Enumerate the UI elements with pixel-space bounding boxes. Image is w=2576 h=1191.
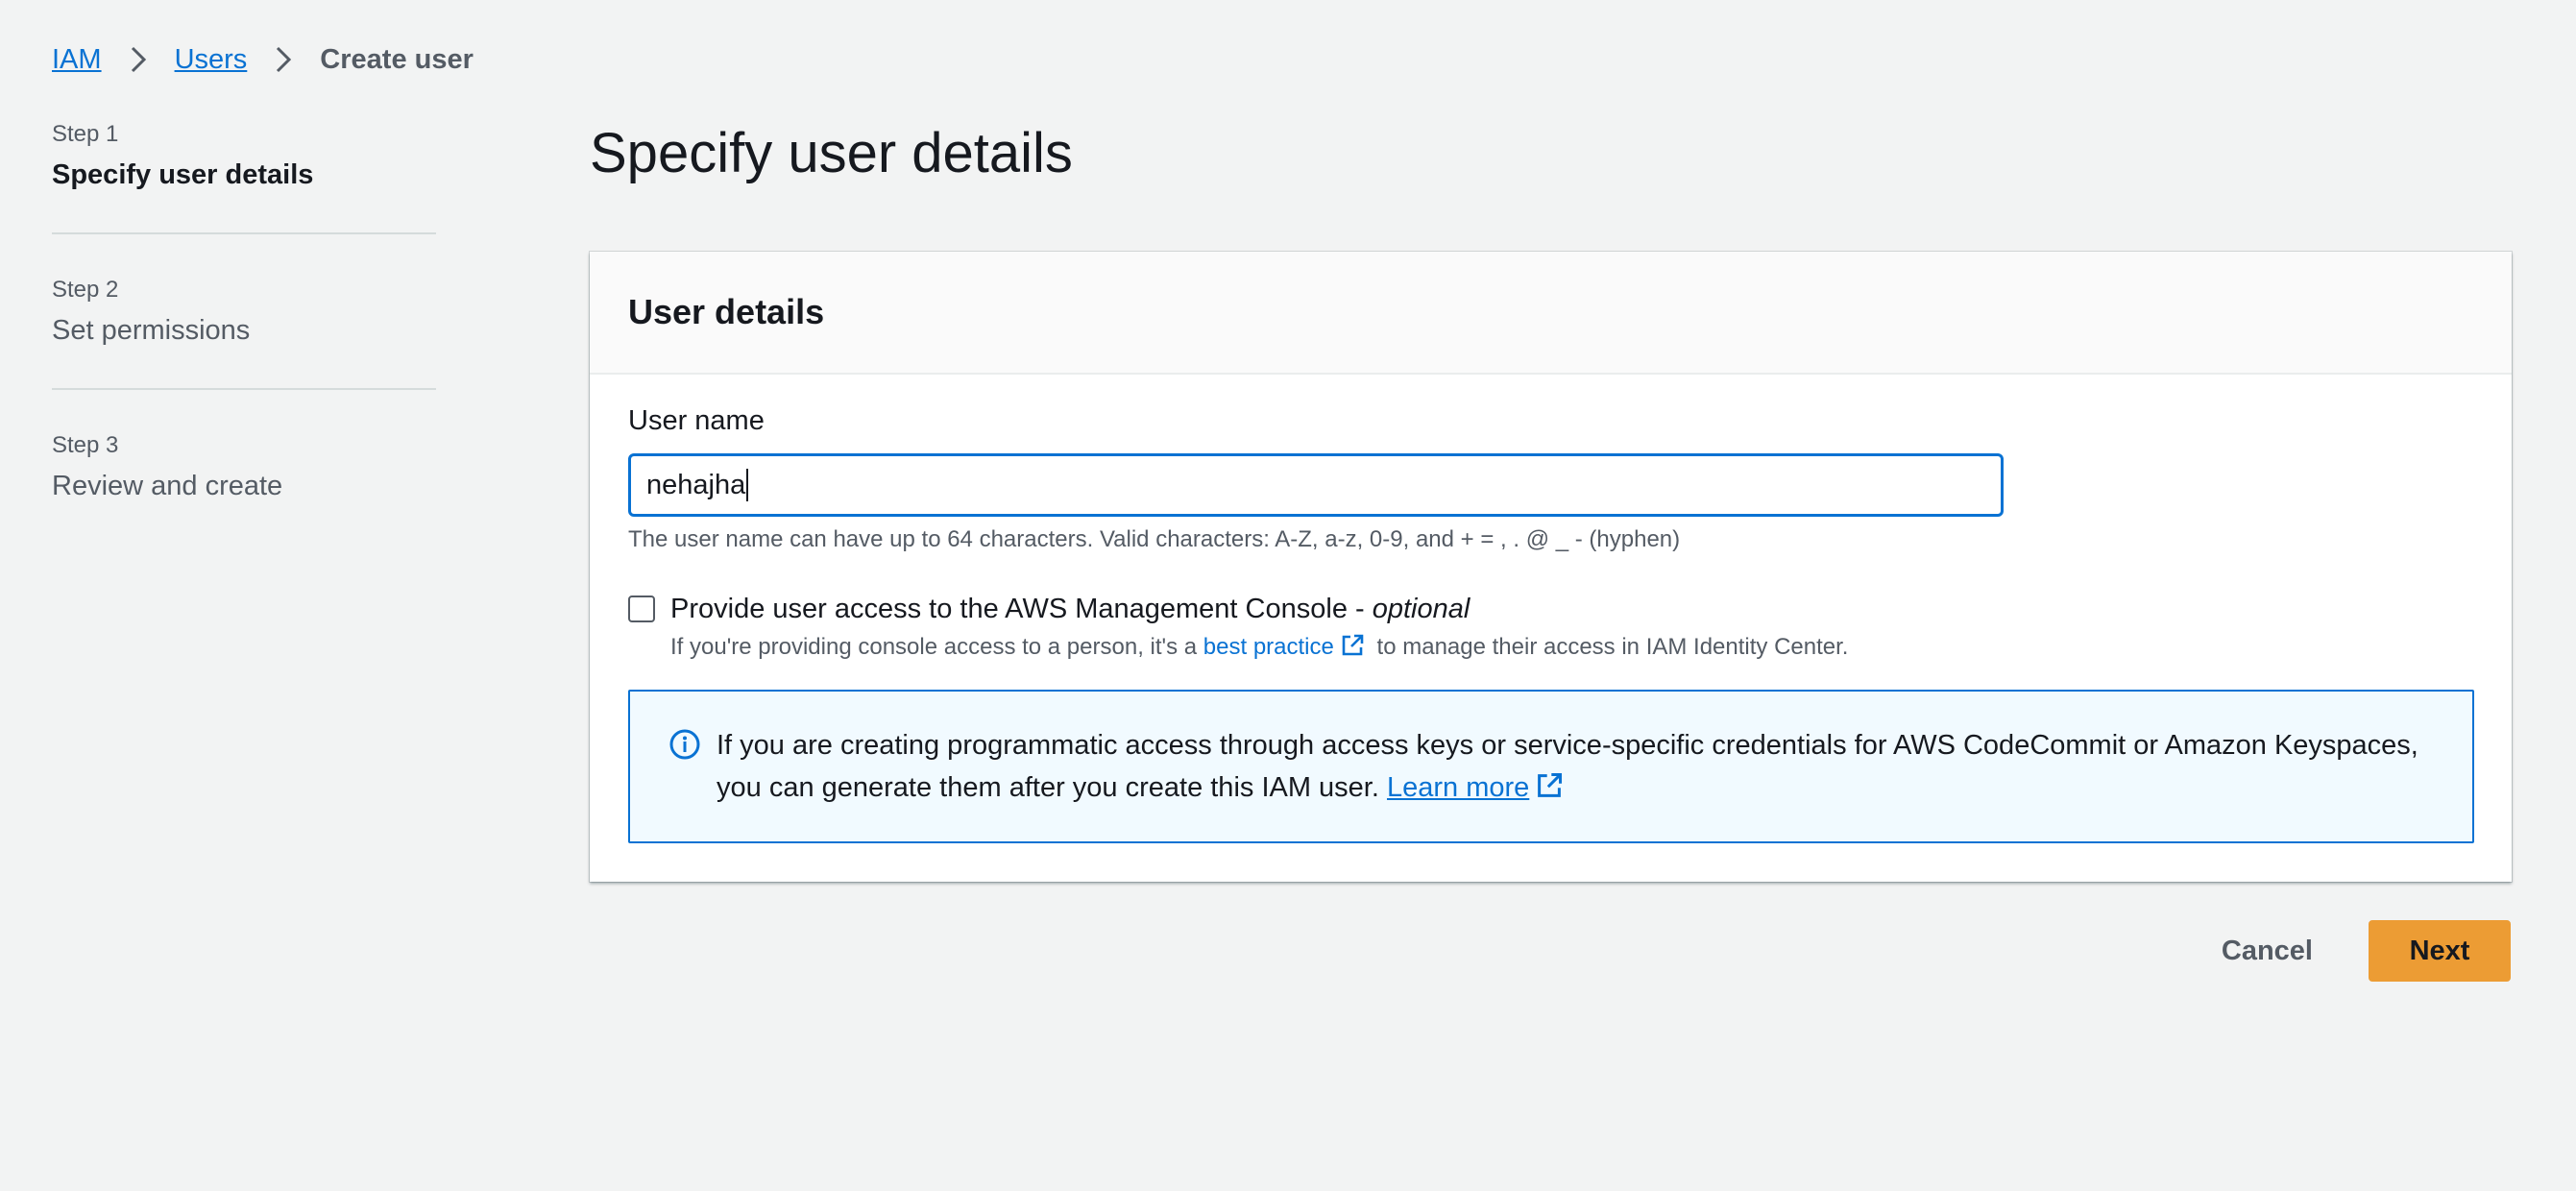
page-title: Specify user details [590, 122, 1073, 184]
username-constraint-text: The user name can have up to 64 characte… [628, 526, 1681, 552]
wizard-actions: Cancel Next [2193, 920, 2511, 982]
step-title: Set permissions [52, 315, 251, 346]
step-number: Step 2 [52, 277, 119, 303]
console-access-description: If you're providing console access to a … [670, 630, 1848, 668]
optional-text: optional [1372, 594, 1470, 624]
breadcrumb-iam-link[interactable]: IAM [52, 44, 102, 76]
chevron-right-icon [119, 38, 158, 81]
info-alert-text: If you are creating programmatic access … [717, 724, 2434, 813]
username-value: nehajha [646, 469, 746, 500]
best-practice-link[interactable]: best practice [1203, 634, 1334, 660]
console-access-option: Provide user access to the AWS Managemen… [628, 588, 1848, 668]
breadcrumb: IAM Users Create user [52, 38, 474, 81]
console-access-checkbox[interactable] [628, 596, 655, 622]
external-link-icon [1340, 633, 1365, 668]
cancel-button[interactable]: Cancel [2193, 920, 2342, 982]
next-button[interactable]: Next [2369, 920, 2511, 982]
console-access-label[interactable]: Provide user access to the AWS Managemen… [670, 588, 1848, 630]
breadcrumb-current: Create user [320, 43, 474, 75]
wizard-step-2: Step 2 Set permissions [52, 271, 436, 390]
info-alert: If you are creating programmatic access … [628, 690, 2474, 843]
step-title: Review and create [52, 471, 283, 501]
learn-more-link[interactable]: Learn more [1387, 772, 1529, 803]
text-caret [746, 469, 749, 501]
breadcrumb-users-link[interactable]: Users [175, 44, 248, 76]
step-number: Step 1 [52, 121, 119, 147]
username-label: User name [628, 405, 765, 436]
wizard-step-1: Step 1 Specify user details [52, 115, 436, 234]
external-link-icon [1535, 770, 1564, 813]
wizard-steps-nav: Step 1 Specify user details Step 2 Set p… [52, 115, 436, 580]
chevron-right-icon [264, 38, 303, 81]
container-header: User details [590, 252, 2512, 375]
user-details-container: User details User name nehajha The user … [590, 252, 2512, 882]
step-title: Specify user details [52, 159, 314, 190]
container-title: User details [628, 292, 825, 331]
wizard-step-3: Step 3 Review and create [52, 426, 436, 544]
step-number: Step 3 [52, 432, 119, 458]
info-icon [668, 728, 701, 761]
username-input[interactable]: nehajha [628, 453, 2004, 517]
